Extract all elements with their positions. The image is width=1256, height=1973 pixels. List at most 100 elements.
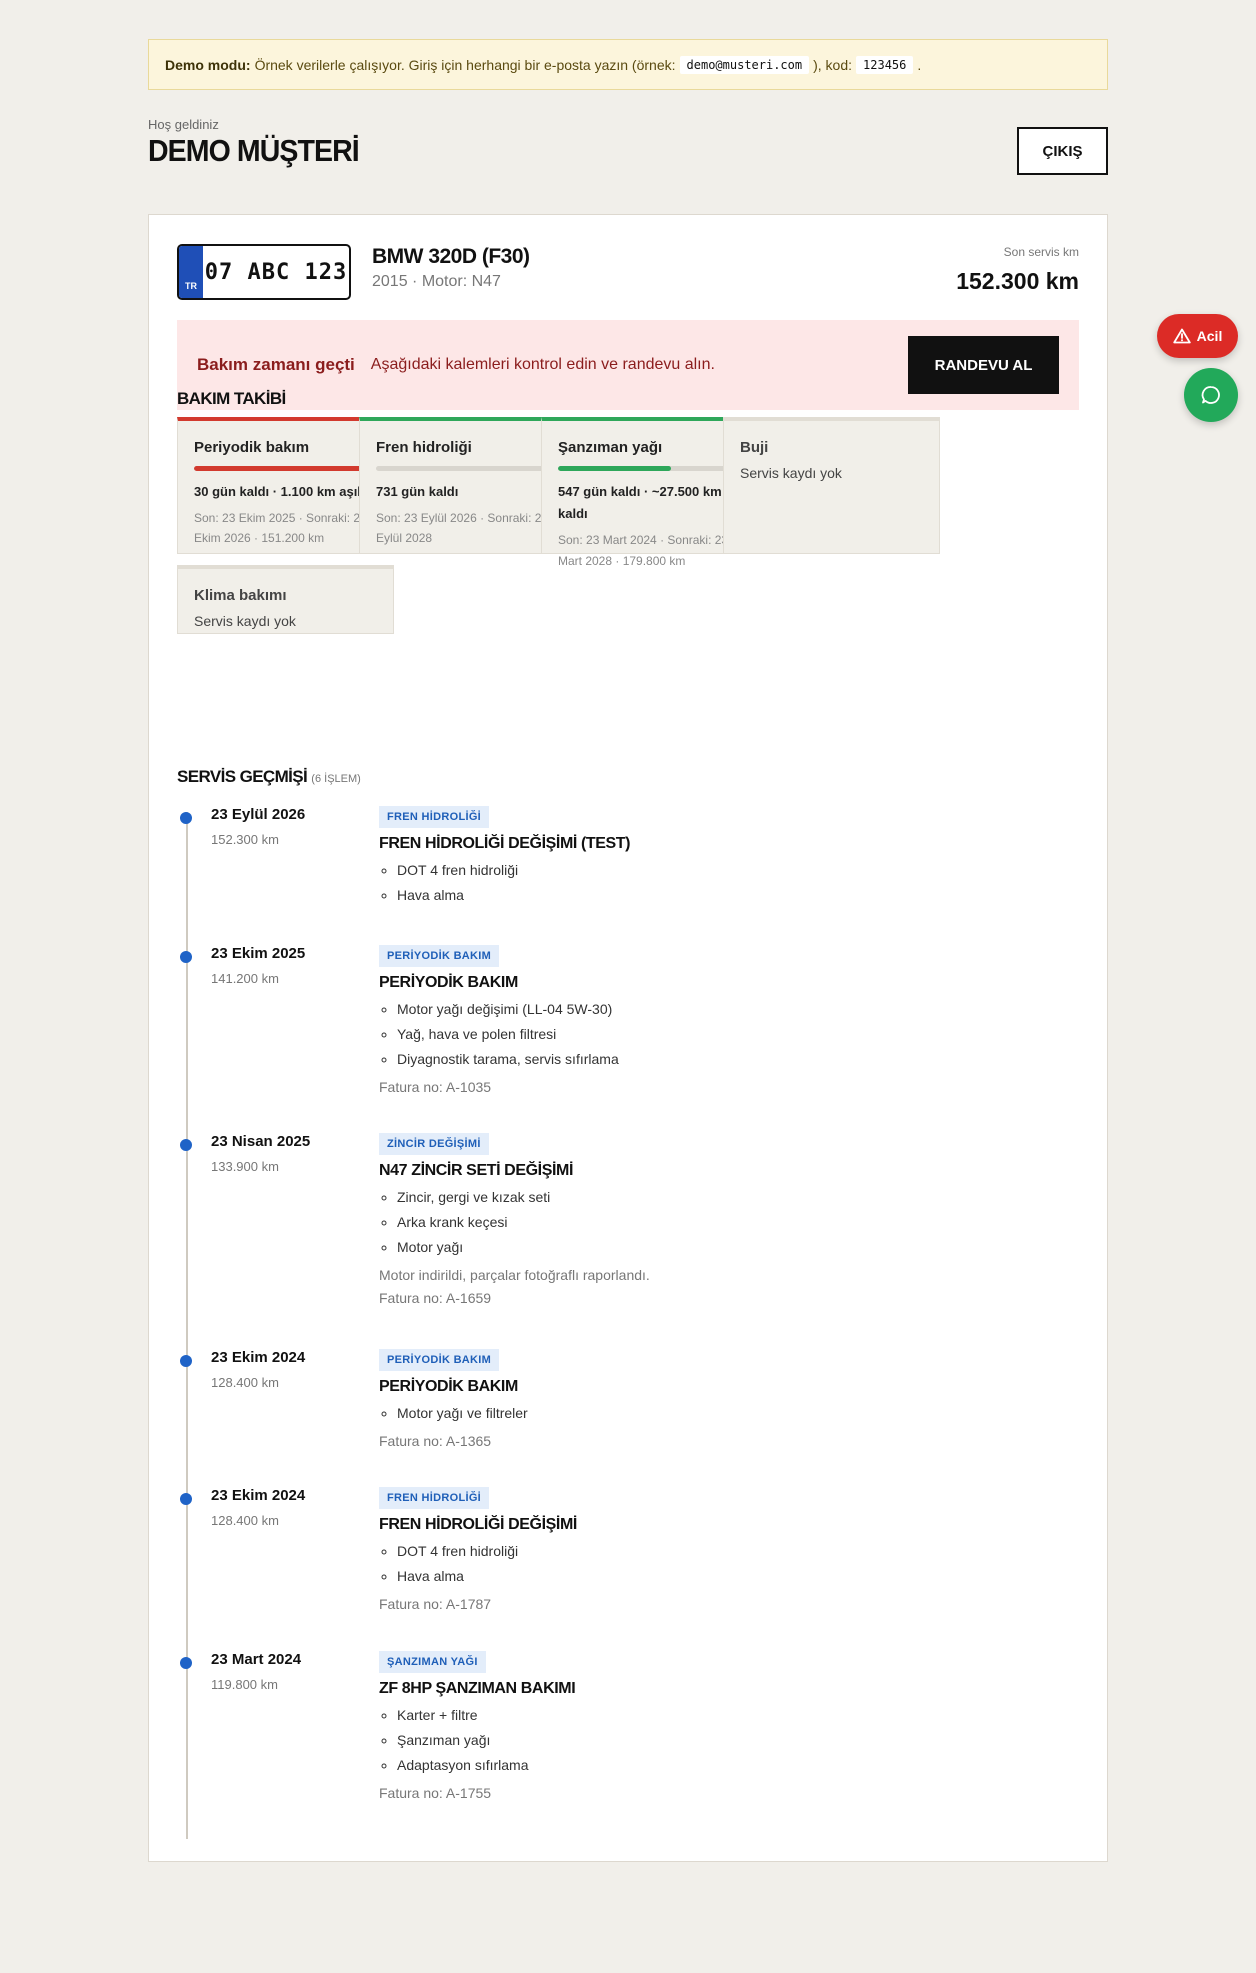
service-date: 23 Ekim 2025 — [211, 945, 306, 962]
service-item: Karter + filtre — [397, 1703, 1059, 1728]
maintenance-item-meta: Son: 23 Mart 2024 · Sonraki: 23 Mart 202… — [558, 533, 729, 568]
vehicle-subtitle: 2015 · Motor: N47 — [372, 273, 501, 290]
service-item: Zincir, gergi ve kızak seti — [397, 1185, 1059, 1210]
service-item: Motor yağı — [397, 1235, 1059, 1260]
service-body: ŞANZIMAN YAĞI ZF 8HP ŞANZIMAN BAKIMI Karte… — [379, 1651, 1059, 1801]
service-item: Arka krank keçesi — [397, 1210, 1059, 1235]
service-km: 128.400 km — [211, 1513, 279, 1528]
demo-code: 123456 — [856, 55, 914, 74]
demo-email: demo@musteri.com — [679, 55, 810, 74]
service-tag: ZİNCİR DEĞİŞİMİ — [379, 1133, 489, 1155]
service-date: 23 Mart 2024 — [211, 1651, 302, 1668]
service-body: PERİYODİK BAKIM PERİYODİK BAKIM Motor yağı… — [379, 945, 1059, 1095]
page-title: DEMO MÜŞTERİ — [148, 133, 360, 168]
timeline-dot — [180, 951, 192, 963]
service-items: DOT 4 fren hidroliğiHava alma — [397, 1539, 1059, 1589]
maintenance-item-meta: Son: 23 Eylül 2026 · Sonraki: 23 Eylül 2… — [376, 511, 549, 546]
maintenance-item: Klima bakımı Servis kaydı yok — [177, 565, 394, 634]
service-title: ZF 8HP ŞANZIMAN BAKIMI — [379, 1680, 576, 1697]
appointment-button[interactable]: RANDEVU AL — [908, 336, 1059, 394]
service-item: Motor yağı değişimi (LL-04 5W-30) — [397, 997, 1059, 1022]
service-body: PERİYODİK BAKIM PERİYODİK BAKIM Motor yağı… — [379, 1349, 1059, 1449]
timeline-dot — [180, 812, 192, 824]
invoice-number: Fatura no: A-1659 — [379, 1290, 492, 1306]
maintenance-item-status: 547 gün kaldı · ~27.500 km kaldı — [558, 484, 722, 522]
vehicle-model: BMW 320D (F30) — [372, 245, 530, 268]
service-item: Hava alma — [397, 1564, 1059, 1589]
emergency-button[interactable]: Acil — [1157, 314, 1238, 358]
service-item: Diyagnostik tarama, servis sıfırlama — [397, 1047, 1059, 1072]
welcome-text: Hoş geldiniz — [148, 117, 219, 132]
service-title: FREN HİDROLİĞİ DEĞİŞİMİ (TEST) — [379, 835, 631, 852]
demo-label: Demo modu: — [165, 56, 251, 73]
maintenance-item-title: Fren hidroliği — [376, 439, 472, 456]
demo-text: Örnek verilerle çalışıyor. Giriş için he… — [254, 56, 676, 73]
service-items: Zincir, gergi ve kızak setiArka krank ke… — [397, 1185, 1059, 1260]
invoice-number: Fatura no: A-1755 — [379, 1785, 492, 1801]
chat-button[interactable] — [1184, 368, 1238, 422]
plate-country: TR — [179, 246, 203, 298]
service-items: Motor yağı ve filtreler — [397, 1401, 1059, 1426]
maintenance-item-title: Periyodik bakım — [194, 439, 310, 456]
maintenance-progress-bar — [558, 466, 741, 471]
alert-title: Bakım zamanı geçti — [197, 355, 355, 374]
service-item: DOT 4 fren hidroliği — [397, 1539, 1059, 1564]
maintenance-progress-bar — [194, 466, 377, 471]
vehicle-card: TR 07 ABC 123 BMW 320D (F30) 2015 · Moto… — [148, 214, 1108, 1862]
service-date: 23 Ekim 2024 — [211, 1487, 306, 1504]
service-body: FREN HİDROLİĞİ FREN HİDROLİĞİ DEĞİŞİMİ (T… — [379, 806, 1059, 908]
alert-text: Aşağıdaki kalemleri kontrol edin ve rand… — [370, 356, 715, 373]
invoice-number: Fatura no: A-1365 — [379, 1433, 492, 1449]
service-date: 23 Ekim 2024 — [211, 1349, 306, 1366]
timeline-dot — [180, 1355, 192, 1367]
chat-bubble-icon — [1201, 386, 1220, 404]
service-title: PERİYODİK BAKIM — [379, 1378, 518, 1395]
maintenance-item: Buji Servis kaydı yok — [723, 417, 940, 554]
service-body: ZİNCİR DEĞİŞİMİ N47 ZİNCİR SETİ DEĞİŞİMİ Z… — [379, 1133, 1059, 1306]
maintenance-item-empty: Servis kaydı yok — [194, 613, 296, 629]
timeline-line — [186, 812, 188, 1839]
plate-number: 07 ABC 123 — [204, 259, 348, 285]
service-item: Motor yağı ve filtreler — [397, 1401, 1059, 1426]
maintenance-item-status: 731 gün kaldı — [376, 484, 459, 499]
maintenance-item-title: Buji — [740, 439, 769, 456]
service-body: FREN HİDROLİĞİ FREN HİDROLİĞİ DEĞİŞİMİ DOT… — [379, 1487, 1059, 1612]
maintenance-progress-fill — [194, 466, 377, 471]
service-items: Karter + filtreŞanzıman yağıAdaptasyon s… — [397, 1703, 1059, 1778]
license-plate: TR 07 ABC 123 — [177, 244, 351, 300]
logout-button[interactable]: ÇIKIŞ — [1017, 127, 1108, 175]
service-date: 23 Eylül 2026 — [211, 806, 306, 823]
service-km: 152.300 km — [211, 832, 279, 847]
service-km: 133.900 km — [211, 1159, 279, 1174]
history-title: SERVİS GEÇMİŞİ — [177, 767, 308, 786]
maintenance-item-status: 30 gün kaldı · 1.100 km aşıldı — [194, 484, 373, 499]
maintenance-alert: Bakım zamanı geçti Aşağıdaki kalemleri k… — [177, 320, 1079, 410]
maintenance-item-meta: Son: 23 Ekim 2025 · Sonraki: 23 Ekim 202… — [194, 511, 367, 546]
service-items: Motor yağı değişimi (LL-04 5W-30)Yağ, ha… — [397, 997, 1059, 1072]
service-tag: PERİYODİK BAKIM — [379, 1349, 500, 1371]
invoice-number: Fatura no: A-1787 — [379, 1596, 492, 1612]
maintenance-item-title: Şanzıman yağı — [558, 439, 663, 456]
service-item: DOT 4 fren hidroliği — [397, 858, 1059, 883]
timeline-dot — [180, 1657, 192, 1669]
service-date: 23 Nisan 2025 — [211, 1133, 311, 1150]
maintenance-heading: BAKIM TAKİBİ — [177, 389, 286, 408]
service-title: PERİYODİK BAKIM — [379, 974, 518, 991]
service-title: FREN HİDROLİĞİ DEĞİŞİMİ — [379, 1516, 577, 1533]
service-tag: FREN HİDROLİĞİ — [379, 1487, 490, 1509]
service-item: Adaptasyon sıfırlama — [397, 1753, 1059, 1778]
service-title: N47 ZİNCİR SETİ DEĞİŞİMİ — [379, 1162, 573, 1179]
demo-mid: ), kod: — [813, 56, 853, 73]
emergency-label: Acil — [1196, 328, 1223, 344]
invoice-number: Fatura no: A-1035 — [379, 1079, 492, 1095]
service-item: Hava alma — [397, 883, 1059, 908]
timeline-dot — [180, 1139, 192, 1151]
service-items: DOT 4 fren hidroliğiHava alma — [397, 858, 1059, 908]
service-tag: PERİYODİK BAKIM — [379, 945, 500, 967]
history-count: (6 İŞLEM) — [311, 773, 361, 785]
service-km: 141.200 km — [211, 971, 279, 986]
maintenance-progress-bar — [376, 466, 559, 471]
service-note: Motor indirildi, parçalar fotoğraflı rap… — [379, 1267, 650, 1283]
maintenance-item-title: Klima bakımı — [194, 587, 287, 604]
history-heading: SERVİS GEÇMİŞİ (6 İŞLEM) — [177, 767, 361, 787]
